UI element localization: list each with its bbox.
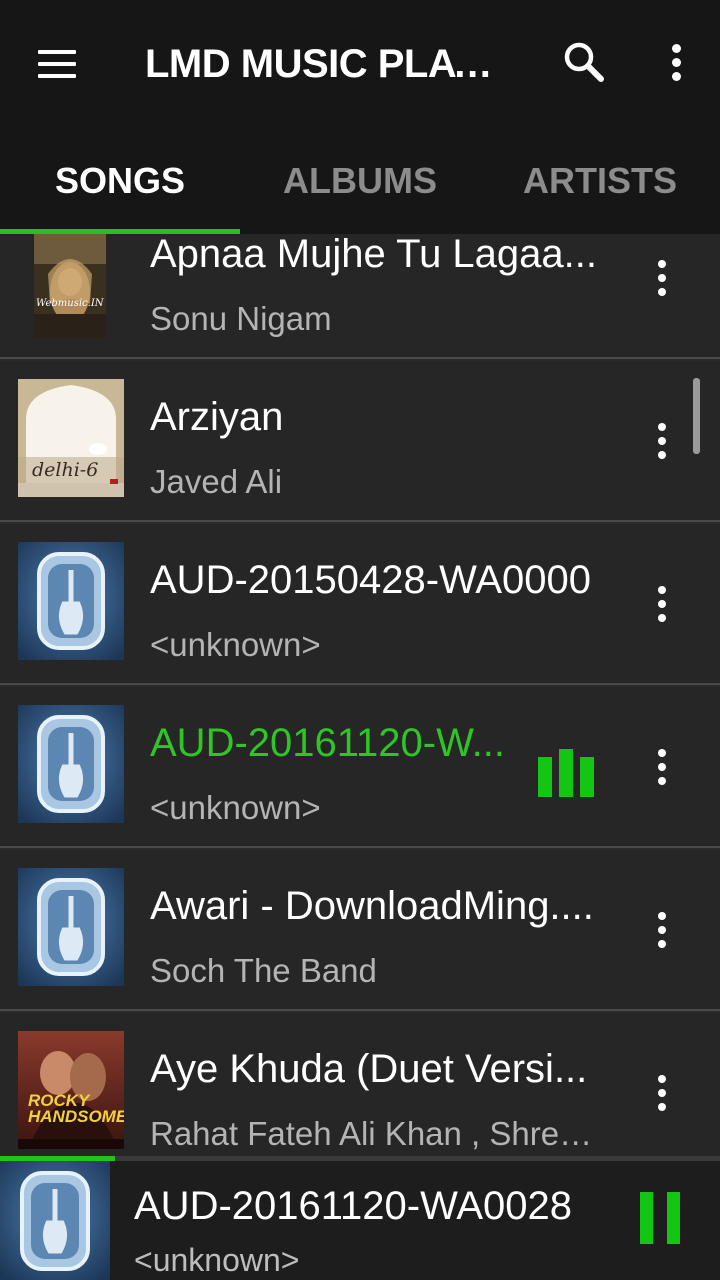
tab-bar: SONGS ALBUMS ARTISTS bbox=[0, 130, 720, 234]
song-artist: <unknown> bbox=[150, 626, 321, 663]
song-list[interactable]: Webmusic.IN Apnaa Mujhe Tu Lagaa... Sonu… bbox=[0, 234, 720, 1156]
song-row[interactable]: Webmusic.IN Apnaa Mujhe Tu Lagaa... Sonu… bbox=[0, 234, 720, 359]
song-row[interactable]: Awari - DownloadMing.... Soch The Band bbox=[0, 850, 720, 1011]
now-playing-bar[interactable]: AUD-20161120-WA0028 <unknown> bbox=[0, 1156, 720, 1280]
search-icon[interactable] bbox=[562, 40, 606, 84]
song-title: AUD-20150428-WA0000 bbox=[150, 558, 591, 602]
song-row[interactable]: delhi-6 Arziyan Javed Ali bbox=[0, 361, 720, 522]
album-art-delhi-6: delhi-6 bbox=[18, 379, 124, 497]
album-art-1920: Webmusic.IN bbox=[34, 234, 106, 338]
more-vert-icon[interactable] bbox=[650, 258, 674, 298]
album-art-rocky-handsome: ROCKY HANDSOME bbox=[18, 1031, 124, 1149]
song-artist: <unknown> bbox=[150, 789, 321, 826]
tab-songs[interactable]: SONGS bbox=[0, 130, 240, 234]
more-vert-icon[interactable] bbox=[650, 421, 674, 461]
app-title: LMD MUSIC PLAY... bbox=[145, 42, 500, 86]
now-playing-title: AUD-20161120-WA0028 bbox=[134, 1184, 573, 1228]
song-row[interactable]: AUD-20150428-WA0000 <unknown> bbox=[0, 524, 720, 685]
song-row[interactable]: ROCKY HANDSOME Aye Khuda (Duet Versi... … bbox=[0, 1013, 720, 1156]
more-vert-icon[interactable] bbox=[650, 584, 674, 624]
song-title: AUD-20161120-W... bbox=[150, 721, 505, 765]
now-playing-artist: <unknown> bbox=[134, 1242, 300, 1278]
song-artist: Sonu Nigam bbox=[150, 300, 332, 337]
default-guitar-cover-icon bbox=[0, 1161, 110, 1280]
song-title: Aye Khuda (Duet Versi... bbox=[150, 1047, 588, 1091]
song-artist: Soch The Band bbox=[150, 952, 377, 989]
song-artist: Javed Ali bbox=[150, 463, 283, 500]
tab-artists[interactable]: ARTISTS bbox=[480, 130, 720, 234]
more-vert-icon[interactable] bbox=[650, 747, 674, 787]
tab-albums[interactable]: ALBUMS bbox=[240, 130, 480, 234]
song-row-playing[interactable]: AUD-20161120-W... <unknown> bbox=[0, 687, 720, 848]
song-title: Apnaa Mujhe Tu Lagaa... bbox=[150, 234, 597, 276]
song-artist: Rahat Fateh Ali Khan , Shrey... bbox=[150, 1115, 600, 1152]
more-vert-icon[interactable] bbox=[664, 42, 688, 84]
pause-icon[interactable] bbox=[640, 1192, 682, 1244]
album-art-caption: Webmusic.IN bbox=[36, 298, 104, 309]
hamburger-menu-icon[interactable] bbox=[38, 50, 76, 78]
more-vert-icon[interactable] bbox=[650, 910, 674, 950]
equalizer-playing-icon bbox=[538, 749, 594, 797]
app-bar: LMD MUSIC PLAY... bbox=[0, 0, 720, 130]
song-title: Awari - DownloadMing.... bbox=[150, 884, 594, 928]
more-vert-icon[interactable] bbox=[650, 1073, 674, 1113]
default-guitar-cover-icon bbox=[18, 542, 124, 660]
album-art-caption: ROCKY HANDSOME bbox=[28, 1091, 124, 1126]
default-guitar-cover-icon bbox=[18, 705, 124, 823]
list-scrollbar[interactable] bbox=[693, 378, 700, 454]
song-title: Arziyan bbox=[150, 395, 284, 439]
album-art-caption: delhi-6 bbox=[32, 459, 99, 481]
default-guitar-cover-icon bbox=[18, 868, 124, 986]
